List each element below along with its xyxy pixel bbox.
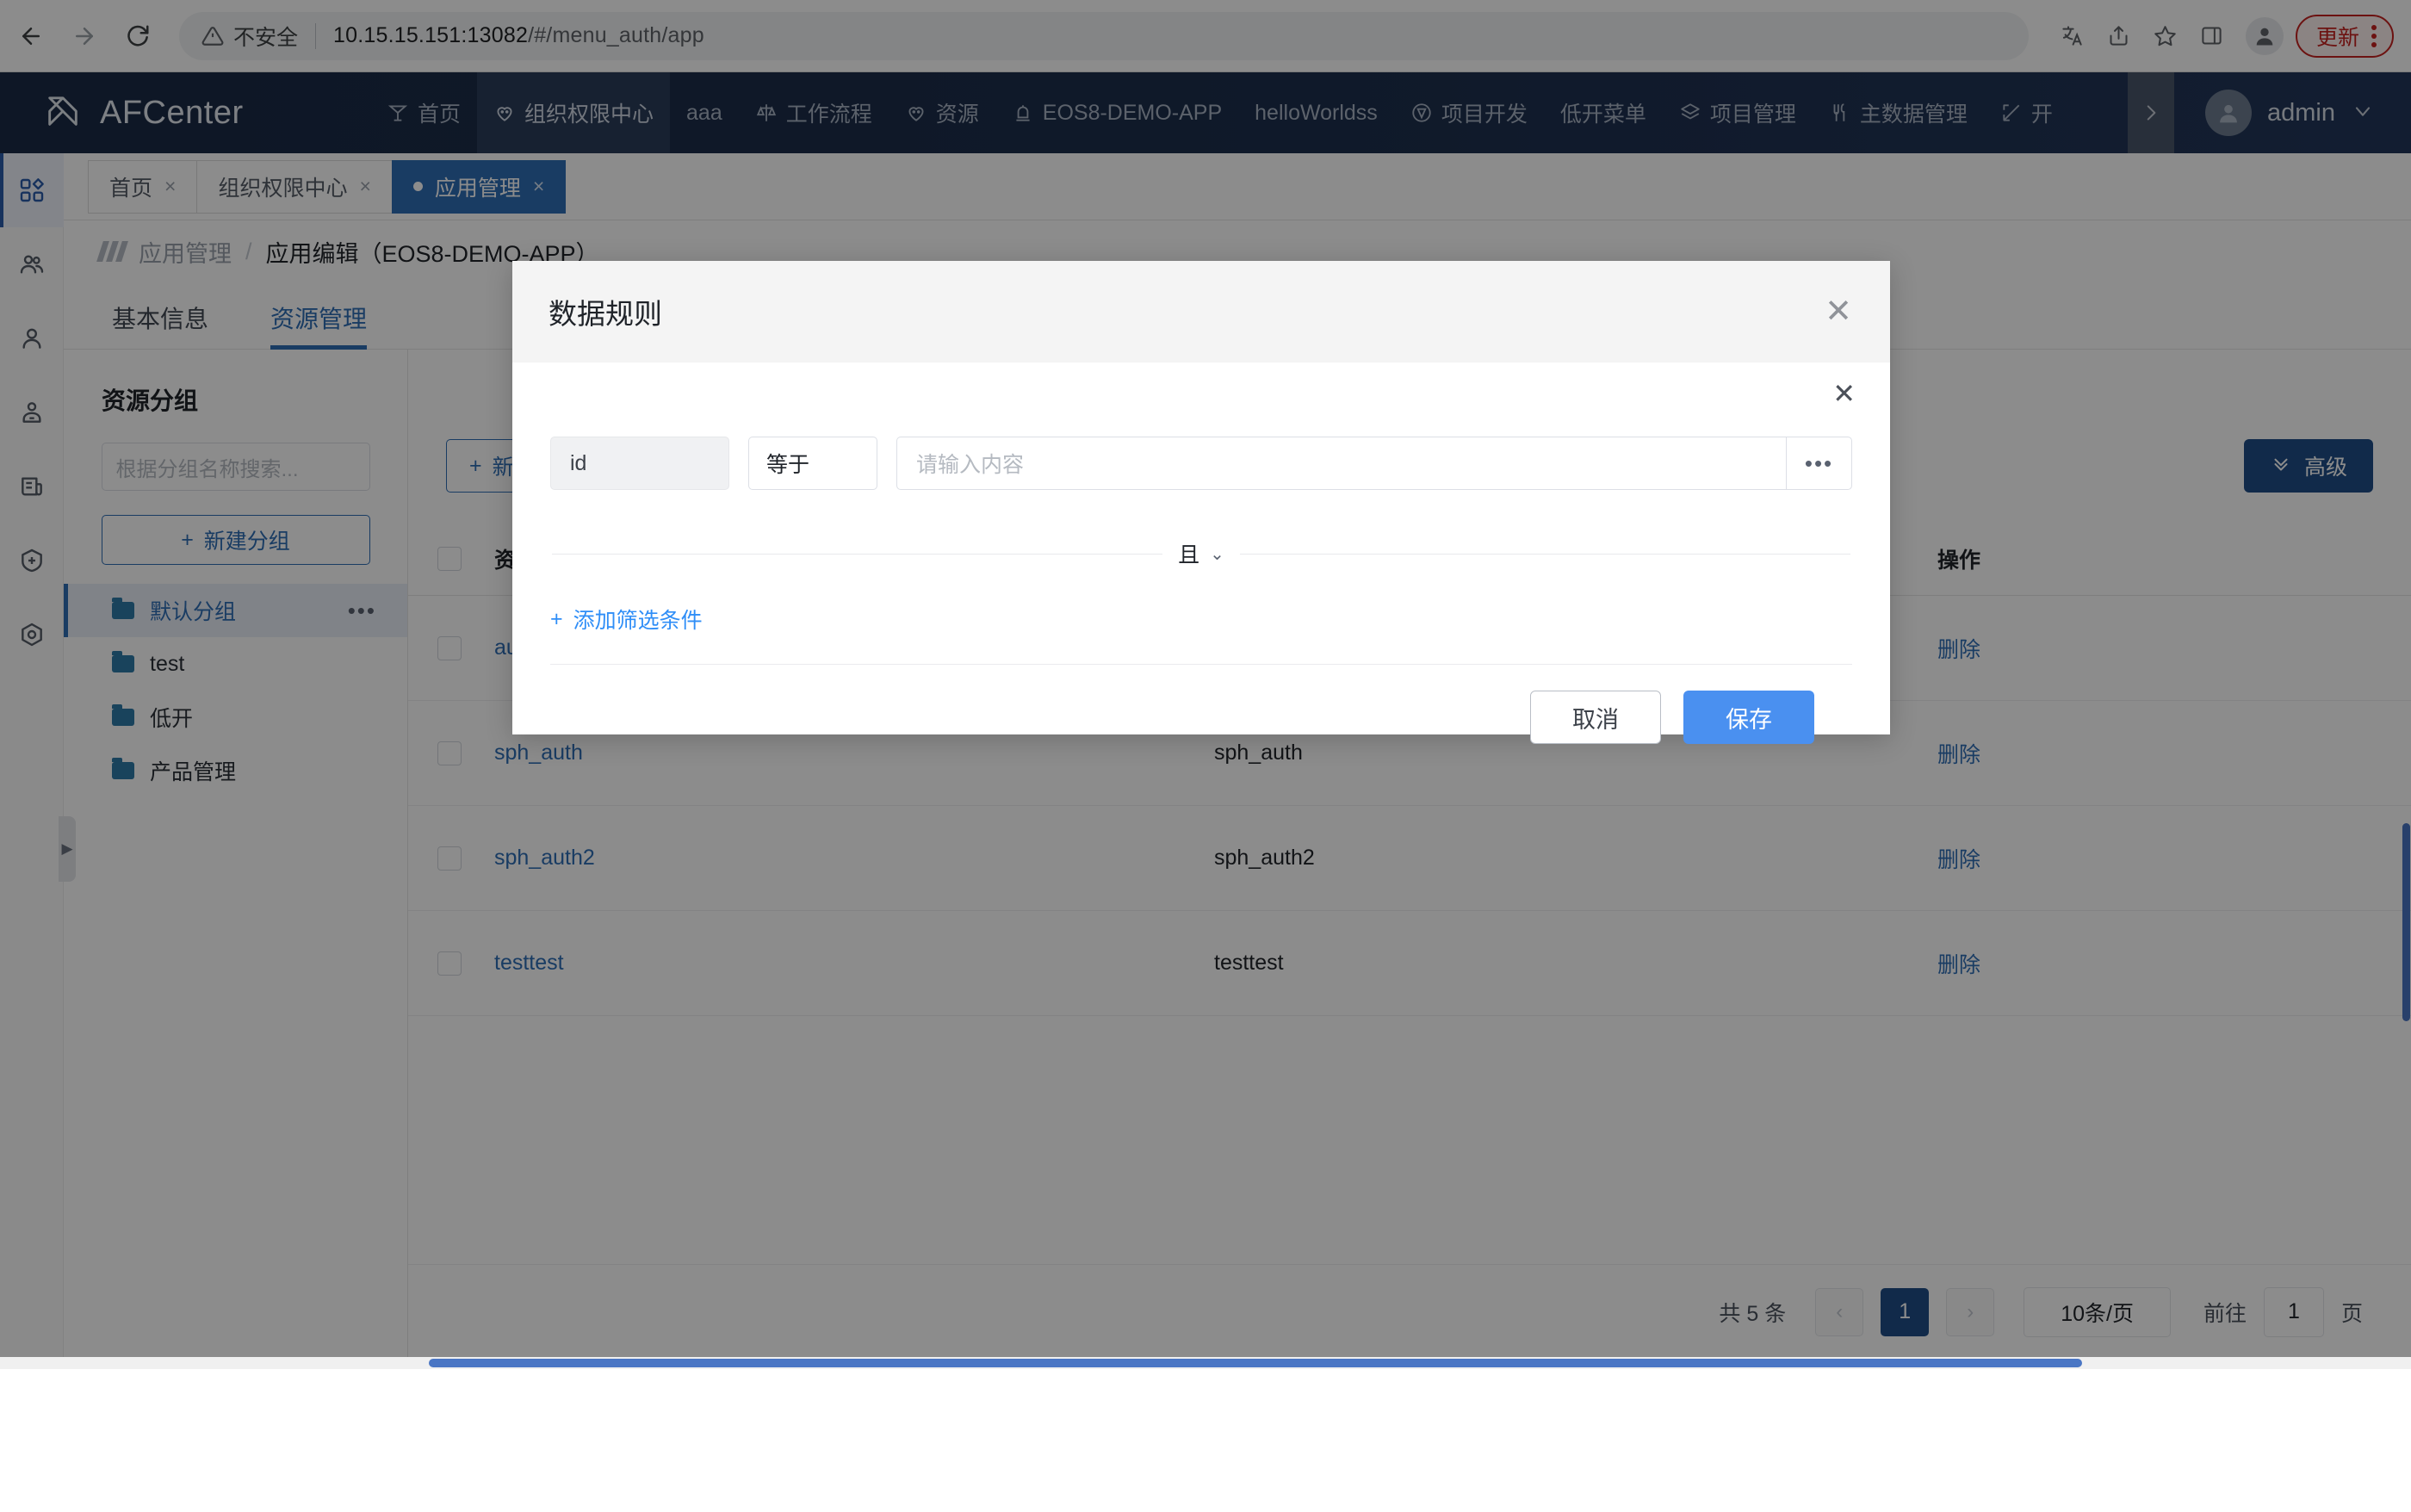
field-select[interactable]: id <box>550 437 729 490</box>
dialog-footer: 取消 保存 <box>550 665 1852 744</box>
value-input[interactable]: 请输入内容 <box>897 448 1786 479</box>
value-input-wrapper: 请输入内容 ••• <box>896 437 1852 490</box>
remove-condition-icon[interactable]: ✕ <box>1832 380 1856 407</box>
plus-icon: + <box>550 607 563 632</box>
dialog-title: 数据规则 <box>549 291 662 332</box>
logic-operator-row: 且 ⌄ <box>550 538 1852 569</box>
dialog-body: ✕ id 等于 请输入内容 ••• 且 ⌄ + 添加筛选条件 取消 保存 <box>512 363 1890 744</box>
divider-left <box>552 554 1162 555</box>
data-rule-dialog: 数据规则 ✕ ✕ id 等于 请输入内容 ••• 且 ⌄ + 添加筛选条件 <box>512 261 1890 734</box>
operator-select[interactable]: 等于 <box>748 437 877 490</box>
filter-condition-row: id 等于 请输入内容 ••• <box>550 437 1852 490</box>
add-condition-label: 添加筛选条件 <box>573 604 703 635</box>
save-button[interactable]: 保存 <box>1683 691 1814 744</box>
value-more-icon[interactable]: ••• <box>1786 437 1851 489</box>
add-condition-button[interactable]: + 添加筛选条件 <box>550 604 703 635</box>
scrollbar-thumb[interactable] <box>429 1359 2082 1367</box>
chevron-down-icon: ⌄ <box>1210 543 1224 565</box>
dialog-header: 数据规则 ✕ <box>512 261 1890 363</box>
cancel-button[interactable]: 取消 <box>1530 691 1661 744</box>
divider-right <box>1240 554 1850 555</box>
close-icon[interactable]: ✕ <box>1825 295 1852 328</box>
logic-operator-label: 且 <box>1178 538 1199 569</box>
horizontal-scrollbar[interactable] <box>0 1357 2411 1369</box>
logic-operator-select[interactable]: 且 ⌄ <box>1178 538 1224 569</box>
